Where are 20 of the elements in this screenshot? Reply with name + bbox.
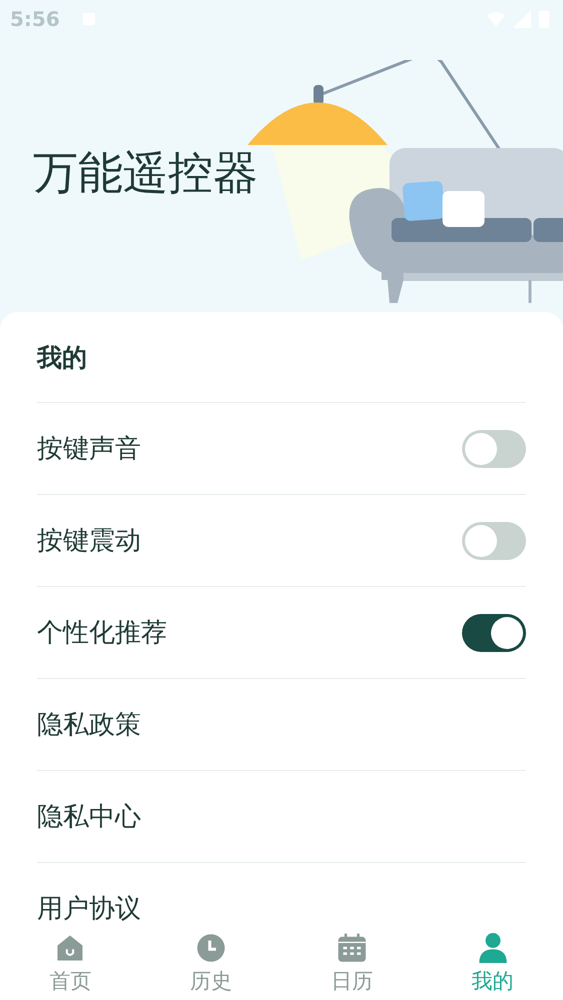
menu-item[interactable]: 用户协议 — [37, 891, 141, 926]
toggle-switch[interactable] — [462, 614, 526, 652]
menu-item[interactable]: 隐私政策 — [37, 707, 141, 742]
nav-tab[interactable]: 首页 — [0, 928, 141, 1000]
person-icon — [478, 933, 508, 963]
section-title: 我的 — [37, 312, 526, 403]
setting-label: 个性化推荐 — [37, 617, 167, 650]
toggle-switch[interactable] — [462, 430, 526, 468]
nav-tab[interactable]: 日历 — [282, 928, 422, 1000]
home-icon — [55, 933, 86, 963]
setting-label: 按键震动 — [37, 525, 141, 558]
app-title: 万能遥控器 — [33, 146, 258, 200]
menu-item[interactable]: 隐私中心 — [37, 799, 141, 834]
setting-label: 按键声音 — [37, 433, 141, 466]
nav-tab[interactable]: 我的 — [422, 928, 563, 1000]
nav-tab[interactable]: 历史 — [140, 928, 282, 1000]
toggle-switch[interactable] — [462, 522, 526, 560]
clock-icon — [196, 933, 226, 963]
status-time: 5:56 — [10, 7, 60, 31]
calendar-icon — [336, 933, 367, 963]
